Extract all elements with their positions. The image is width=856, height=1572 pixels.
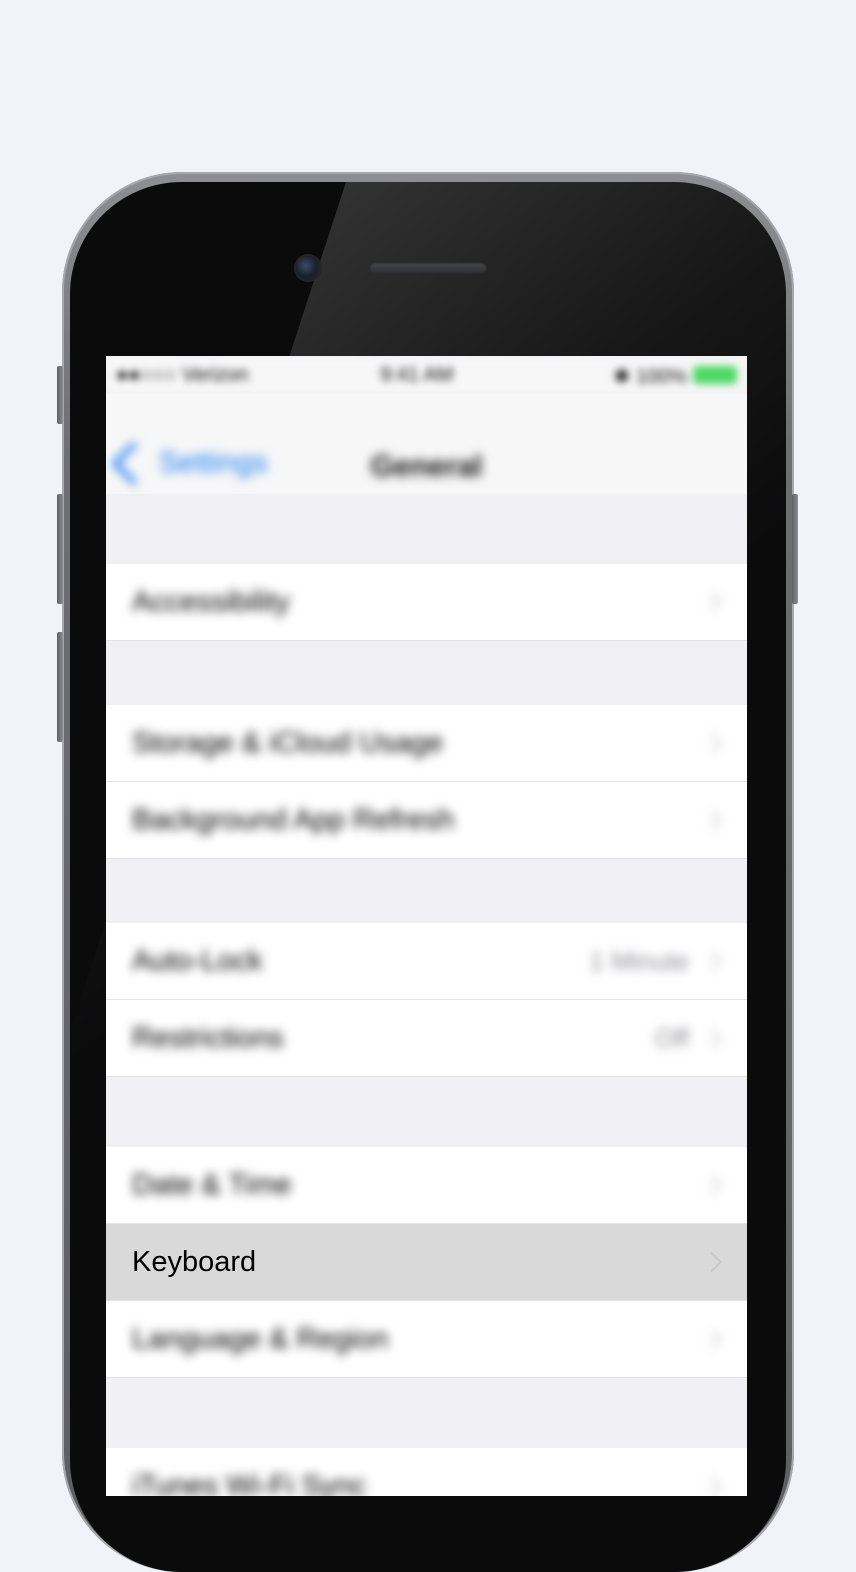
row-accessibility[interactable]: Accessibility xyxy=(106,564,747,641)
row-label: Language & Region xyxy=(132,1322,389,1355)
row-value: 1 Minute xyxy=(589,945,689,976)
section-spacer xyxy=(106,1077,747,1147)
navigation-bar: Settings General xyxy=(106,394,747,494)
chevron-right-icon xyxy=(702,1175,722,1195)
section-spacer xyxy=(106,641,747,705)
power-button xyxy=(792,494,798,604)
row-restrictions[interactable]: Restrictions Off xyxy=(106,1000,747,1077)
section-spacer xyxy=(106,1378,747,1448)
row-value: Off xyxy=(654,1022,689,1053)
row-label: Restrictions xyxy=(132,1021,284,1054)
row-label: iTunes Wi-Fi Sync xyxy=(132,1469,367,1497)
row-date-time[interactable]: Date & Time xyxy=(106,1147,747,1224)
section-spacer xyxy=(106,859,747,923)
row-label: Auto-Lock xyxy=(132,944,263,977)
row-label: Storage & iCloud Usage xyxy=(132,726,444,759)
settings-list: Accessibility Storage & iCloud Usage Bac… xyxy=(106,494,747,1496)
row-label: Date & Time xyxy=(132,1168,292,1201)
status-time: 9:41 AM xyxy=(380,364,454,386)
mute-switch xyxy=(57,366,63,424)
row-auto-lock[interactable]: Auto-Lock 1 Minute xyxy=(106,923,747,1000)
row-itunes-wifi-sync[interactable]: iTunes Wi-Fi Sync xyxy=(106,1448,747,1496)
chevron-right-icon xyxy=(702,951,722,971)
front-camera xyxy=(296,256,320,280)
earpiece-speaker xyxy=(369,262,487,274)
volume-up-button xyxy=(57,494,63,604)
carrier-signal: ●●○○○ Verizon xyxy=(116,364,249,386)
chevron-right-icon xyxy=(702,1476,722,1496)
row-label: Accessibility xyxy=(132,585,290,618)
chevron-right-icon xyxy=(702,1028,722,1048)
chevron-right-icon xyxy=(702,1252,722,1272)
chevron-right-icon xyxy=(702,733,722,753)
row-label: Keyboard xyxy=(132,1245,257,1278)
status-bar: ●●○○○ Verizon 9:41 AM ✱ 100% xyxy=(106,356,747,394)
battery-percentage: ✱ 100% xyxy=(613,366,687,388)
volume-down-button xyxy=(57,632,63,742)
row-label: Background App Refresh xyxy=(132,803,455,836)
row-keyboard[interactable]: Keyboard xyxy=(106,1224,747,1301)
page-title: General xyxy=(370,450,483,483)
battery-icon xyxy=(693,366,737,384)
row-language-region[interactable]: Language & Region xyxy=(106,1301,747,1378)
chevron-right-icon xyxy=(702,592,722,612)
phone-screen: ●●○○○ Verizon 9:41 AM ✱ 100% Settings Ge… xyxy=(106,356,747,1496)
section-spacer xyxy=(106,494,747,564)
row-storage-icloud-usage[interactable]: Storage & iCloud Usage xyxy=(106,705,747,782)
chevron-right-icon xyxy=(702,810,722,830)
row-background-app-refresh[interactable]: Background App Refresh xyxy=(106,782,747,859)
chevron-right-icon xyxy=(702,1329,722,1349)
